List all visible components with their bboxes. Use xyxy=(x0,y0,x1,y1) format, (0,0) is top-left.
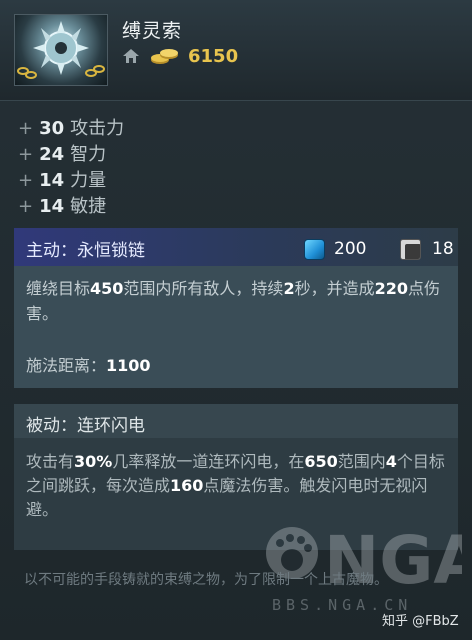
active-ability-title: 主动：永恒锁链 xyxy=(26,241,145,261)
cooldown-icon xyxy=(400,239,421,260)
cooldown-value: 18 xyxy=(432,239,454,259)
item-lore: 以不可能的手段铸就的束缚之物，为了限制一个上古魔物。 xyxy=(24,572,388,588)
stat-name: 敏捷 xyxy=(70,196,107,217)
passive-ability-title: 被动：连环闪电 xyxy=(26,416,145,436)
passive-desc-text: 几率释放一道连环闪电，在 xyxy=(112,452,305,471)
active-desc-value: 220 xyxy=(374,279,408,298)
stat-sign: + xyxy=(18,196,34,217)
active-desc-text: 缠绕目标 xyxy=(26,279,91,298)
cast-range-label: 施法距离： xyxy=(26,356,107,375)
home-shop-icon xyxy=(123,49,139,63)
cost-row: 6150 xyxy=(122,44,238,68)
passive-ability-header: 被动：连环闪电 xyxy=(14,404,458,438)
gold-coins-icon xyxy=(151,49,178,64)
stat-name: 攻击力 xyxy=(70,118,125,139)
passive-desc-value: 30% xyxy=(74,452,113,471)
passive-desc-value: 160 xyxy=(170,476,204,495)
author-credit: 知乎 @FBbZ xyxy=(382,614,459,629)
active-ability-section: 主动：永恒锁链 200 18 缠绕目标450范围内所有敌人，持续2秒，并造成22… xyxy=(14,228,458,388)
stat-row: +24 智力 xyxy=(18,142,124,168)
mana-cost-value: 200 xyxy=(334,239,367,259)
item-cost: 6150 xyxy=(188,45,239,67)
stat-value: 30 xyxy=(39,118,65,139)
stat-list: +30 攻击力 +24 智力 +14 力量 +14 敏捷 xyxy=(18,116,124,220)
stat-row: +14 敏捷 xyxy=(18,194,124,220)
passive-desc-text: 范围内 xyxy=(337,452,386,471)
item-name: 缚灵索 xyxy=(122,20,183,42)
cast-range: 施法距离：1100 xyxy=(26,352,151,376)
stat-row: +14 力量 xyxy=(18,168,124,194)
active-desc-text: 范围内所有敌人，持续 xyxy=(123,279,284,298)
chained-spiked-orb-icon xyxy=(14,14,108,86)
item-tooltip: 缚灵索 6150 +30 攻击力 +24 智力 +14 力量 +14 敏捷 主动：永恒锁… xyxy=(0,0,472,640)
stat-name: 力量 xyxy=(70,170,107,191)
mana-cost-icon xyxy=(304,239,325,260)
stat-value: 14 xyxy=(39,196,65,217)
stat-sign: + xyxy=(18,170,34,191)
passive-desc-text: 攻击有 xyxy=(26,452,75,471)
active-desc-value: 450 xyxy=(90,279,124,298)
active-ability-description: 缠绕目标450范围内所有敌人，持续2秒，并造成220点伤害。 xyxy=(26,276,446,326)
active-desc-value: 2 xyxy=(283,279,295,298)
stat-sign: + xyxy=(18,118,34,139)
active-ability-header: 主动：永恒锁链 200 18 xyxy=(14,228,458,266)
passive-desc-value: 650 xyxy=(304,452,338,471)
stat-sign: + xyxy=(18,144,34,165)
cast-range-value: 1100 xyxy=(106,356,151,375)
passive-desc-value: 4 xyxy=(385,452,397,471)
stat-value: 24 xyxy=(39,144,65,165)
stat-name: 智力 xyxy=(70,144,107,165)
stat-value: 14 xyxy=(39,170,65,191)
active-desc-text: 秒，并造成 xyxy=(294,279,375,298)
stat-row: +30 攻击力 xyxy=(18,116,124,142)
tooltip-header: 缚灵索 6150 xyxy=(0,0,472,101)
